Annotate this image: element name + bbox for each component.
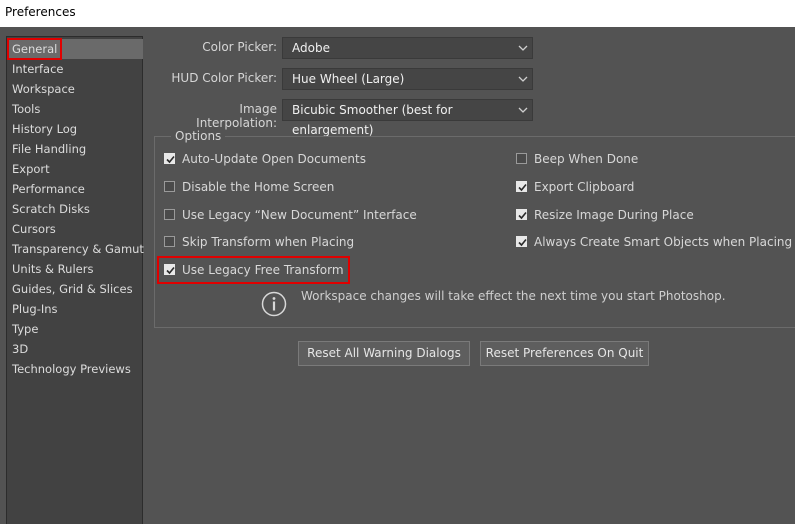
checkbox-unchecked[interactable] bbox=[164, 181, 175, 192]
workspace-info-text: Workspace changes will take effect the n… bbox=[301, 289, 726, 303]
color-picker-value: Adobe bbox=[292, 41, 330, 55]
option-label: Use Legacy Free Transform bbox=[182, 263, 344, 277]
chevron-down-icon bbox=[518, 107, 528, 113]
check-icon bbox=[166, 266, 175, 275]
sidebar-item-workspace[interactable]: Workspace bbox=[7, 79, 143, 99]
option-label: Always Create Smart Objects when Placing bbox=[534, 235, 793, 249]
option-label: Export Clipboard bbox=[534, 180, 635, 194]
sidebar-item-history-log[interactable]: History Log bbox=[7, 119, 143, 139]
sidebar-item-plug-ins[interactable]: Plug-Ins bbox=[7, 299, 143, 319]
reset-preferences-on-quit-button[interactable]: Reset Preferences On Quit bbox=[480, 341, 649, 366]
sidebar-item-performance[interactable]: Performance bbox=[7, 179, 143, 199]
sidebar-item-tools[interactable]: Tools bbox=[7, 99, 143, 119]
sidebar-item-units-rulers[interactable]: Units & Rulers bbox=[7, 259, 143, 279]
hud-color-picker-value: Hue Wheel (Large) bbox=[292, 72, 405, 86]
checkbox-checked[interactable] bbox=[516, 181, 527, 192]
window-title: Preferences bbox=[5, 5, 76, 19]
chevron-down-icon bbox=[518, 45, 528, 51]
check-icon bbox=[166, 155, 175, 164]
checkbox-unchecked[interactable] bbox=[164, 209, 175, 220]
check-icon bbox=[518, 238, 527, 247]
color-picker-select[interactable]: Adobe bbox=[282, 37, 533, 59]
hud-color-picker-select[interactable]: Hue Wheel (Large) bbox=[282, 68, 533, 90]
sidebar-item-technology-previews[interactable]: Technology Previews bbox=[7, 359, 143, 379]
info-icon bbox=[261, 291, 287, 317]
checkbox-unchecked[interactable] bbox=[516, 153, 527, 164]
checkbox-unchecked[interactable] bbox=[164, 236, 175, 247]
checkbox-checked[interactable] bbox=[164, 153, 175, 164]
sidebar-item-file-handling[interactable]: File Handling bbox=[7, 139, 143, 159]
checkbox-checked[interactable] bbox=[164, 264, 175, 275]
sidebar-item-export[interactable]: Export bbox=[7, 159, 143, 179]
checkbox-checked[interactable] bbox=[516, 209, 527, 220]
check-icon bbox=[518, 183, 527, 192]
preferences-sidebar: General Interface Workspace Tools Histor… bbox=[6, 36, 144, 524]
color-picker-label: Color Picker: bbox=[202, 40, 277, 54]
option-label: Disable the Home Screen bbox=[182, 180, 335, 194]
image-interpolation-label: Image Interpolation: bbox=[196, 102, 277, 130]
hud-color-picker-label: HUD Color Picker: bbox=[171, 71, 277, 85]
sidebar-item-general[interactable]: General bbox=[7, 39, 143, 59]
sidebar-item-cursors[interactable]: Cursors bbox=[7, 219, 143, 239]
option-label: Auto-Update Open Documents bbox=[182, 152, 366, 166]
option-label: Resize Image During Place bbox=[534, 208, 694, 222]
check-icon bbox=[518, 211, 527, 220]
chevron-down-icon bbox=[518, 76, 528, 82]
sidebar-item-interface[interactable]: Interface bbox=[7, 59, 143, 79]
reset-all-warning-dialogs-button[interactable]: Reset All Warning Dialogs bbox=[298, 341, 470, 366]
option-label: Beep When Done bbox=[534, 152, 639, 166]
sidebar-item-type[interactable]: Type bbox=[7, 319, 143, 339]
sidebar-item-guides-grid-slices[interactable]: Guides, Grid & Slices bbox=[7, 279, 143, 299]
checkbox-checked[interactable] bbox=[516, 236, 527, 247]
sidebar-item-transparency-gamut[interactable]: Transparency & Gamut bbox=[7, 239, 144, 259]
image-interpolation-value: Bicubic Smoother (best for enlargement) bbox=[292, 103, 453, 137]
sidebar-item-scratch-disks[interactable]: Scratch Disks bbox=[7, 199, 143, 219]
option-label: Skip Transform when Placing bbox=[182, 235, 355, 249]
option-label: Use Legacy “New Document” Interface bbox=[182, 208, 417, 222]
image-interpolation-select[interactable]: Bicubic Smoother (best for enlargement) bbox=[282, 99, 533, 137]
title-bar: Preferences bbox=[0, 0, 795, 27]
sidebar-item-3d[interactable]: 3D bbox=[7, 339, 143, 359]
options-legend: Options bbox=[171, 129, 226, 143]
